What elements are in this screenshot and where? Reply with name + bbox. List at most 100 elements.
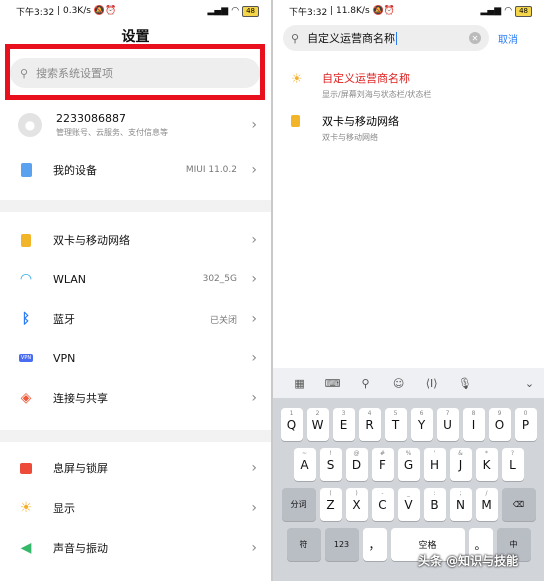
key-q[interactable]: 1Q (280, 408, 303, 441)
sidebar-item-vpn[interactable]: VPN VPN › (0, 344, 271, 372)
key-p[interactable]: 0P (514, 408, 537, 441)
numbers-key[interactable]: 123 (324, 528, 359, 561)
signal-icon: ▂▄▆ (207, 6, 229, 16)
clear-icon[interactable]: ✕ (469, 32, 481, 44)
key-secondary-label: ; (459, 490, 462, 497)
comma-key[interactable]: ， (362, 528, 387, 561)
key-secondary-label: 1 (289, 410, 294, 417)
key-secondary-label: % (405, 450, 412, 457)
key-j[interactable]: & J (449, 448, 472, 481)
key-secondary-label: 0 (523, 410, 528, 417)
sidebar-item-sound[interactable]: ◀ 声音与振动 › (0, 534, 271, 562)
key-f[interactable]: # F (371, 448, 394, 481)
key-x[interactable]: ) X (345, 488, 368, 521)
key-label: K (482, 457, 491, 472)
key-v[interactable]: _ V (397, 488, 420, 521)
key-i[interactable]: 8I (462, 408, 485, 441)
sidebar-item-lock-screen[interactable]: 息屏与锁屏 › (0, 454, 271, 482)
search-result-item[interactable]: 双卡与移动网络 双卡与移动网络 (291, 113, 399, 143)
chevron-right-icon: › (251, 162, 257, 178)
key-z[interactable]: (Z (319, 488, 342, 521)
network-speed: 0.3K/s (62, 6, 91, 16)
key-label: Y (417, 417, 426, 432)
key-u[interactable]: 7U (436, 408, 459, 441)
key-o[interactable]: 9O (488, 408, 511, 441)
key-label: W (311, 417, 324, 432)
key-label: A (300, 457, 309, 472)
key-d[interactable]: @ D (345, 448, 368, 481)
cursor-move-icon[interactable]: ⟨I⟩ (415, 377, 448, 390)
key-label: Q (286, 417, 297, 432)
account-name: 2233086887 (56, 112, 126, 125)
speaker-icon: ◀ (20, 540, 32, 556)
key-row-2: ~ A! S @ D # F% G ' H & J * K? L (273, 448, 544, 481)
key-label: I (471, 417, 476, 432)
chevron-right-icon: › (251, 540, 257, 556)
cancel-button[interactable]: 取消 (498, 31, 518, 46)
key-n[interactable]: ; N (449, 488, 472, 521)
alarm-icon: ⏰ (383, 6, 395, 16)
keyboard-icon[interactable]: ⌨ (316, 377, 349, 390)
item-label: 显示 (53, 502, 75, 515)
phone-icon (18, 162, 34, 178)
sim-card-icon (291, 113, 305, 143)
key-secondary-label: * (485, 450, 488, 457)
vpn-icon: VPN (18, 354, 34, 362)
key-secondary-label: # (379, 450, 386, 457)
account-row[interactable]: ● 2233086887 管理账号、云服务、支付信息等 › (0, 108, 271, 142)
sidebar-item-wlan[interactable]: ◠ WLAN 302_5G › (0, 265, 271, 293)
key-c[interactable]: -C (371, 488, 394, 521)
key-label: L (509, 457, 516, 472)
my-device-row[interactable]: 我的设备 MIUI 11.0.2 › (0, 156, 271, 184)
key-s[interactable]: ! S (319, 448, 342, 481)
search-result-item[interactable]: ☀ 自定义运营商名称 显示/屏幕刘海与状态栏/状态栏 (291, 70, 431, 100)
bluetooth-value: 已关闭 (209, 315, 237, 326)
sidebar-item-display[interactable]: ☀ 显示 › (0, 494, 271, 522)
chevron-right-icon: › (251, 350, 257, 366)
bluetooth-icon: ᛒ (21, 311, 31, 327)
chevron-right-icon: › (251, 232, 257, 248)
avatar: ● (18, 113, 42, 137)
key-b[interactable]: :B (423, 488, 446, 521)
watermark: 头条 @知识与技能 (418, 554, 519, 568)
key-k[interactable]: * K (475, 448, 498, 481)
grid-icon[interactable]: ▦ (283, 377, 316, 390)
microphone-icon[interactable]: 🎙 (448, 377, 481, 390)
keyboard: ▦ ⌨ ⚲ ☺ ⟨I⟩ 🎙 ⌄ 1Q2W3E4R5T6Y7U8I9O0P ~ A!… (273, 368, 544, 581)
sidebar-item-bluetooth[interactable]: ᛒ 蓝牙 已关闭 › (0, 305, 271, 333)
key-g[interactable]: % G (397, 448, 420, 481)
backspace-icon[interactable]: ⌫ (501, 488, 536, 521)
lock-icon (18, 460, 34, 476)
wlan-value: 302_5G (202, 274, 237, 284)
chevron-right-icon: › (251, 460, 257, 476)
mute-icon: 🔕 (369, 6, 384, 16)
key-label: M (481, 497, 492, 512)
emoji-icon[interactable]: ☺ (382, 377, 415, 390)
symbol-key[interactable]: 符 (286, 528, 321, 561)
battery-icon: 48 (242, 5, 259, 17)
segment-key[interactable]: 分词 (281, 488, 316, 521)
chevron-right-icon: › (251, 117, 257, 133)
key-secondary-label: 5 (393, 410, 398, 417)
key-r[interactable]: 4R (358, 408, 381, 441)
status-time: 下午3:32 (289, 7, 328, 18)
key-y[interactable]: 6Y (410, 408, 433, 441)
divider (0, 200, 271, 212)
key-e[interactable]: 3E (332, 408, 355, 441)
key-m[interactable]: / M (475, 488, 498, 521)
key-t[interactable]: 5T (384, 408, 407, 441)
key-l[interactable]: ? L (501, 448, 524, 481)
sidebar-item-dual-sim[interactable]: 双卡与移动网络 › (0, 226, 271, 254)
search-icon[interactable]: ⚲ (349, 377, 382, 390)
key-w[interactable]: 2W (306, 408, 329, 441)
wifi-icon: ◠ (19, 271, 33, 287)
status-time: 下午3:32 (16, 7, 55, 18)
key-h[interactable]: ' H (423, 448, 446, 481)
search-input[interactable]: ⚲ 自定义运营商名称 ✕ (283, 25, 489, 51)
result-path: 显示/屏幕刘海与状态栏/状态栏 (322, 90, 432, 99)
key-label: U (443, 417, 452, 432)
sidebar-item-connection-sharing[interactable]: ◈ 连接与共享 › (0, 384, 271, 412)
chevron-down-icon[interactable]: ⌄ (481, 377, 534, 390)
key-label: E (339, 417, 348, 432)
key-a[interactable]: ~ A (293, 448, 316, 481)
